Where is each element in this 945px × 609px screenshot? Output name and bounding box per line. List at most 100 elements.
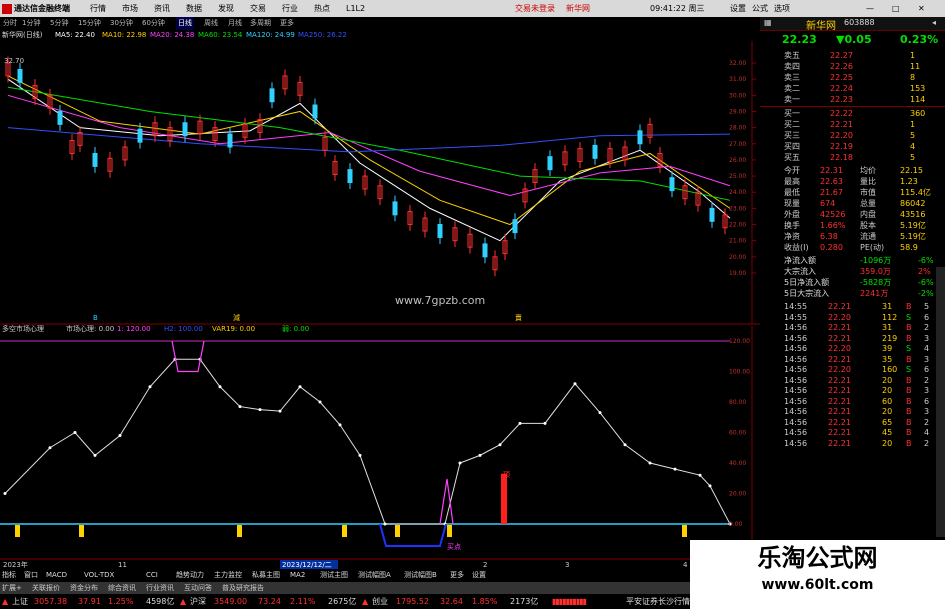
bottom-tab[interactable]: 趋势动力: [176, 569, 204, 581]
tick-count: 5: [924, 302, 930, 311]
bid-label: 买四: [784, 142, 800, 151]
bottom-tab[interactable]: 测试幅图A: [358, 569, 391, 581]
tick-volume: 20: [882, 386, 893, 395]
flow-pct: -6%: [918, 256, 934, 265]
bottom-tab[interactable]: 资金分布: [70, 582, 98, 594]
trade-login-link[interactable]: 交易未登录: [515, 0, 555, 17]
menu-item-industry[interactable]: 行业: [282, 0, 298, 17]
period-tab[interactable]: 5分钟: [50, 17, 68, 30]
bottom-tab[interactable]: 测试幅图B: [404, 569, 437, 581]
bottom-tab[interactable]: CCI: [146, 569, 158, 581]
period-tab-more[interactable]: 更多: [280, 17, 294, 30]
expand-icon[interactable]: ◂: [932, 18, 936, 27]
period-tab[interactable]: 周线: [204, 17, 218, 30]
quote-row: 14:56 22.21 65 B 2: [760, 417, 945, 428]
bottom-tab[interactable]: 普及研究报告: [222, 582, 264, 594]
flow-pct: 2%: [918, 267, 931, 276]
candle-body: [137, 128, 143, 143]
tick-count: 4: [924, 344, 930, 353]
period-tab[interactable]: 1分钟: [22, 17, 40, 30]
bottom-tab[interactable]: 主力监控: [214, 569, 242, 581]
period-tab[interactable]: 多周期: [250, 17, 271, 30]
flow-pct: -2%: [918, 289, 934, 298]
close-icon[interactable]: ✕: [918, 0, 925, 17]
tick-side: B: [906, 333, 912, 343]
yellow-marker: [342, 525, 347, 537]
period-tab[interactable]: 60分钟: [142, 17, 165, 30]
quote-row: 净资 6.38 流通 5.19亿: [760, 231, 945, 242]
bottom-tab[interactable]: 行业资讯: [146, 582, 174, 594]
bottom-tab[interactable]: 扩展+: [2, 582, 22, 594]
index-name[interactable]: 上证: [12, 595, 28, 609]
xinhua-link[interactable]: 新华网: [566, 0, 590, 17]
b-marker: B: [93, 314, 98, 322]
index-pct: 2.11%: [290, 597, 316, 606]
minimize-icon[interactable]: —: [866, 0, 874, 17]
ma20-label: MA20: 24.38: [150, 31, 195, 39]
index-value: 3057.38: [34, 597, 68, 606]
bottom-tab[interactable]: VOL-TDX: [84, 569, 114, 581]
bottom-tab[interactable]: 窗口: [24, 569, 38, 581]
bottom-tab[interactable]: 私募主图: [252, 569, 280, 581]
index-name[interactable]: 沪深: [190, 595, 206, 609]
menu-item-hot[interactable]: 热点: [314, 0, 330, 17]
menu-item-trade[interactable]: 交易: [250, 0, 266, 17]
tick-volume: 20: [882, 407, 893, 416]
formula-menu[interactable]: 公式: [752, 0, 768, 17]
kline-chart[interactable]: 32.0031.0030.0029.0028.0027.0026.0025.00…: [0, 41, 760, 569]
settings-menu[interactable]: 设置: [730, 0, 746, 17]
menu-item-l1l2[interactable]: L1L2: [346, 0, 365, 17]
menu-item-data[interactable]: 数据: [186, 0, 202, 17]
mood-point: [708, 484, 712, 488]
tick-price: 22.21: [828, 323, 851, 332]
clock: 09:41:22 周三: [650, 4, 705, 13]
menu-item-news[interactable]: 资讯: [154, 0, 170, 17]
quote-row: 换手 1.66% 股本 5.19亿: [760, 220, 945, 231]
bottom-tab[interactable]: MACD: [46, 569, 67, 581]
index-change: 37.91: [78, 597, 101, 606]
period-tab[interactable]: 30分钟: [110, 17, 133, 30]
menu-item-market[interactable]: 市场: [122, 0, 138, 17]
mood-point: [478, 453, 482, 457]
tick-time: 14:56: [784, 344, 808, 353]
reduce-marker: 減: [233, 313, 240, 322]
bottom-tab[interactable]: 测试主图: [320, 569, 348, 581]
stat-label: 最低: [784, 188, 800, 197]
sub-tick-label: 60.00: [729, 430, 746, 437]
options-menu[interactable]: 选项: [774, 0, 790, 17]
tick-price: 22.21: [828, 354, 851, 364]
index-change: 32.64: [440, 597, 463, 606]
candle-body: [437, 224, 443, 238]
sub-tick-label: 40.00: [729, 460, 746, 467]
panel-grid-icon[interactable]: ▦: [764, 18, 772, 27]
bottom-tab[interactable]: 综合资讯: [108, 582, 136, 594]
bottom-tab[interactable]: 设置: [472, 569, 486, 581]
tick-volume: 35: [882, 354, 893, 364]
market-breadth-bar: ▮▮▮▮▮▮▮▮▮▮: [552, 597, 587, 606]
period-tab-active[interactable]: 日线: [176, 17, 194, 30]
period-toolbar: 分时 1分钟 5分钟 15分钟 30分钟 60分钟 日线 周线 月线 多周期 更…: [0, 17, 760, 30]
side-tool-strip[interactable]: [936, 267, 945, 537]
ma5-label: MA5: 22.40: [55, 31, 95, 39]
period-tab[interactable]: 15分钟: [78, 17, 101, 30]
maximize-icon[interactable]: □: [892, 0, 900, 17]
bottom-tab[interactable]: 更多: [450, 569, 464, 581]
bottom-tab[interactable]: 关联报价: [32, 582, 60, 594]
period-tab[interactable]: 月线: [228, 17, 242, 30]
mood-point: [598, 411, 602, 415]
period-tab[interactable]: 分时: [3, 17, 17, 30]
menu-item-hq[interactable]: 行情: [90, 0, 106, 17]
signal-bar: [501, 473, 507, 524]
mood-point: [458, 461, 462, 465]
date-mark: 3: [565, 561, 569, 569]
tick-count: 3: [924, 407, 930, 416]
broker-name[interactable]: 平安证券长沙行情: [626, 595, 690, 609]
menu-item-discover[interactable]: 发现: [218, 0, 234, 17]
bottom-tab[interactable]: 互动问答: [184, 582, 212, 594]
ma250-label: MA250: 26.22: [298, 31, 347, 39]
index-name[interactable]: 创业: [372, 595, 388, 609]
bottom-tab[interactable]: 指标: [2, 569, 16, 581]
bottom-tab[interactable]: MA2: [290, 569, 305, 581]
bid-price: 22.21: [830, 120, 853, 129]
quote-row: 最低 21.67 市值 115.4亿: [760, 187, 945, 198]
